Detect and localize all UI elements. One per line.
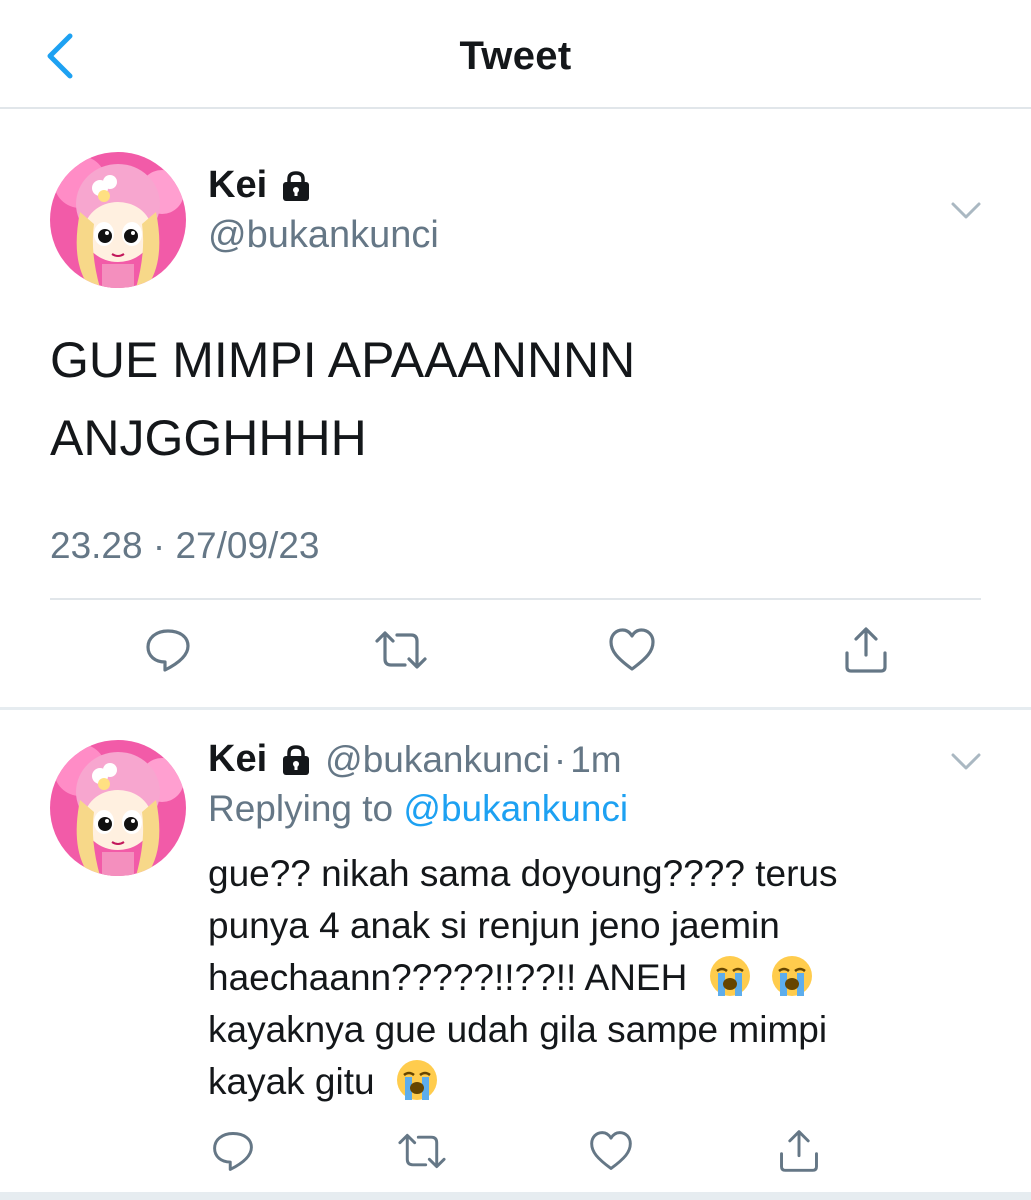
replying-to-line: Replying to @bukankunci <box>208 788 628 830</box>
page-title: Tweet <box>459 34 572 78</box>
reply-line: punya 4 anak si renjun jeno jaemin <box>208 905 780 946</box>
replying-to-label: Replying to <box>208 788 394 829</box>
relative-time: 1m <box>570 738 622 780</box>
reply-line: gue?? nikah sama doyoung???? terus <box>208 853 838 894</box>
handle: @bukankunci <box>325 738 550 780</box>
reply-line: haechaann?????!!??!! ANEH <box>208 952 1008 1004</box>
share-button[interactable] <box>841 625 891 675</box>
retweet-button[interactable] <box>373 625 427 675</box>
loudly-crying-face-icon <box>396 1060 437 1100</box>
tweet-timestamp: 23.28 · 27/09/23 <box>50 525 320 566</box>
author-name-row[interactable]: Kei <box>208 164 313 207</box>
reply-icon <box>146 629 190 672</box>
reply-line: kayaknya gue udah gila sampe mimpi <box>208 1009 828 1050</box>
mention-link[interactable]: @bukankunci <box>403 788 628 829</box>
reply-author-row[interactable]: Kei @bukankunci · 1m <box>208 738 622 781</box>
reply-tweet[interactable]: Kei @bukankunci · 1m Replying to @bukank… <box>0 710 1031 1200</box>
more-options-button[interactable] <box>950 750 982 772</box>
divider <box>50 598 981 600</box>
tweet-actions <box>0 1128 1031 1188</box>
like-button[interactable] <box>588 1128 638 1178</box>
like-icon <box>609 628 655 671</box>
lock-icon <box>283 744 310 775</box>
like-icon <box>590 1131 632 1170</box>
tweet-text: GUE MIMPI APAAANNNN ANJGGHHHH <box>50 332 636 466</box>
like-button[interactable] <box>607 625 657 675</box>
reply-button[interactable] <box>210 1128 260 1178</box>
handle[interactable]: @bukankunci <box>208 214 439 257</box>
avatar[interactable] <box>50 740 186 876</box>
retweet-icon <box>398 1133 446 1169</box>
reply-line: kayak gitu <box>208 1056 1008 1108</box>
avatar[interactable] <box>50 152 186 288</box>
share-button[interactable] <box>776 1128 826 1178</box>
main-tweet: Kei @bukankunci GUE MIMPI APAAANNNN ANJG… <box>0 109 1031 707</box>
top-nav-bar: Tweet <box>0 0 1031 109</box>
display-name: Kei <box>208 164 268 206</box>
share-icon <box>780 1130 818 1172</box>
reply-text: gue?? nikah sama doyoung???? terus punya… <box>208 848 1008 1108</box>
retweet-icon <box>375 631 427 669</box>
chevron-down-icon <box>951 753 981 770</box>
separator-dot: · <box>553 738 567 780</box>
loudly-crying-face-icon <box>771 956 812 996</box>
lock-icon <box>283 170 310 201</box>
chevron-down-icon <box>951 202 981 219</box>
avatar-image <box>50 152 186 288</box>
avatar-image <box>50 740 186 876</box>
share-icon <box>845 627 887 673</box>
bottom-divider <box>0 1192 1031 1200</box>
loudly-crying-face-icon <box>709 956 750 996</box>
more-options-button[interactable] <box>950 199 982 221</box>
reply-icon <box>213 1132 253 1171</box>
tweet-actions <box>0 625 1031 685</box>
retweet-button[interactable] <box>396 1128 446 1178</box>
reply-button[interactable] <box>143 625 193 675</box>
display-name: Kei <box>208 738 268 780</box>
